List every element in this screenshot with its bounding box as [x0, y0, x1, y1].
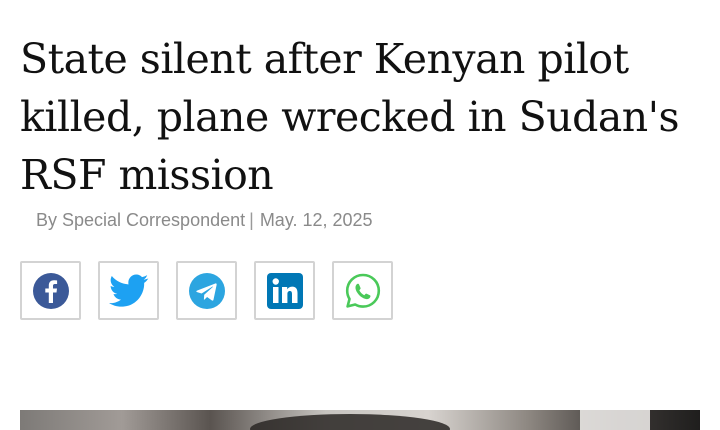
share-facebook-button[interactable] — [20, 261, 81, 320]
twitter-icon — [108, 274, 149, 308]
article-hero-image — [20, 410, 700, 430]
linkedin-icon — [266, 272, 304, 310]
share-twitter-button[interactable] — [98, 261, 159, 320]
headline-line: RSF mission — [20, 151, 274, 199]
publish-date: May. 12, 2025 — [259, 210, 373, 230]
whatsapp-icon — [343, 271, 383, 311]
facebook-icon — [32, 272, 70, 310]
headline-line: killed, plane wrecked in Sudan's — [20, 93, 680, 141]
share-linkedin-button[interactable] — [254, 261, 315, 320]
byline: By Special Correspondent | May. 12, 2025 — [36, 210, 373, 231]
share-buttons — [20, 261, 393, 320]
share-whatsapp-button[interactable] — [332, 261, 393, 320]
author-name: By Special Correspondent — [36, 210, 246, 230]
article-headline: State silent after Kenyan pilot killed, … — [20, 30, 710, 204]
hero-image-detail — [580, 410, 650, 430]
headline-line: State silent after Kenyan pilot — [20, 35, 629, 83]
share-telegram-button[interactable] — [176, 261, 237, 320]
byline-separator: | — [249, 210, 254, 230]
hero-image-detail — [250, 414, 450, 430]
telegram-icon — [188, 272, 226, 310]
